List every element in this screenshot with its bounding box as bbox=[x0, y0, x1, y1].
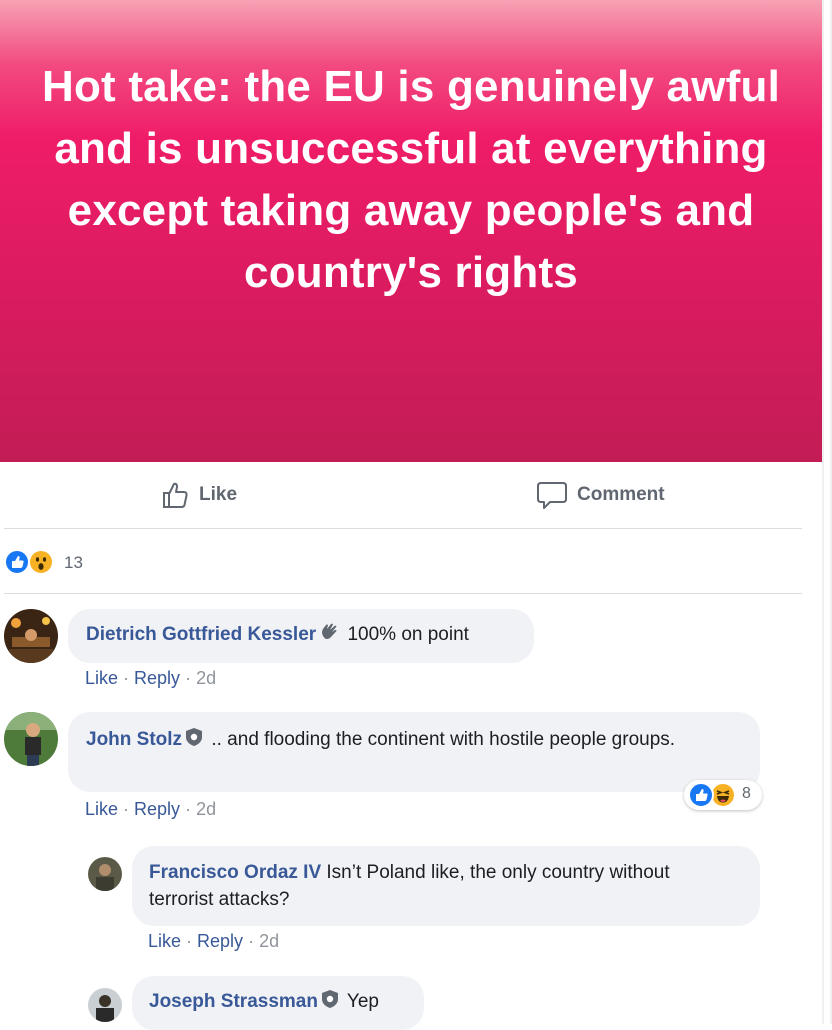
scrollbar-thumb[interactable] bbox=[824, 0, 830, 1024]
reply-bubble: Francisco Ordaz IV Isn’t Poland like, th… bbox=[132, 846, 760, 926]
like-button[interactable]: Like bbox=[160, 480, 237, 510]
comment-author[interactable]: Dietrich Gottfried Kessler bbox=[86, 624, 316, 645]
reaction-count: 8 bbox=[742, 785, 751, 802]
comment-label: Comment bbox=[577, 484, 665, 505]
comment-timestamp[interactable]: 2d bbox=[196, 668, 216, 688]
comment-button[interactable]: Comment bbox=[536, 480, 665, 510]
post-banner: Hot take: the EU is genuinely awful and … bbox=[0, 0, 822, 462]
reply-author[interactable]: Francisco Ordaz IV bbox=[149, 862, 321, 883]
comment-bubble: John Stolz .. and flooding the continent… bbox=[68, 712, 760, 792]
comment-reactions[interactable]: 8 bbox=[684, 780, 762, 810]
post-text: Hot take: the EU is genuinely awful and … bbox=[41, 62, 780, 297]
avatar[interactable] bbox=[4, 712, 58, 766]
speech-bubble-icon bbox=[537, 482, 567, 509]
reply-like-link[interactable]: Like bbox=[148, 931, 181, 951]
like-reaction-icon bbox=[688, 782, 714, 808]
like-label: Like bbox=[199, 484, 238, 505]
avatar[interactable] bbox=[88, 857, 122, 891]
like-reaction-icon bbox=[4, 549, 30, 575]
comment-like-link[interactable]: Like bbox=[85, 799, 118, 819]
reactions-summary[interactable]: 13 bbox=[4, 529, 802, 594]
reply-author[interactable]: Joseph Strassman bbox=[149, 991, 318, 1012]
shield-badge-icon bbox=[184, 727, 204, 755]
reply-timestamp[interactable]: 2d bbox=[259, 931, 279, 951]
comment-like-link[interactable]: Like bbox=[85, 668, 118, 688]
comment-bubble: Dietrich Gottfried Kessler 100% on point bbox=[68, 609, 534, 663]
comment-text: .. and flooding the continent with hosti… bbox=[211, 729, 676, 750]
comment-timestamp[interactable]: 2d bbox=[196, 799, 216, 819]
post-action-bar: Like Comment bbox=[4, 462, 802, 529]
comment-meta: Like · Reply · 2d bbox=[85, 668, 217, 688]
reply-meta: Like · Reply · 2d bbox=[148, 931, 280, 951]
comment-reply-link[interactable]: Reply bbox=[134, 799, 180, 819]
comment-author[interactable]: John Stolz bbox=[86, 729, 182, 750]
reply-reply-link[interactable]: Reply bbox=[197, 931, 243, 951]
comment-meta: Like · Reply · 2d bbox=[85, 799, 217, 819]
reaction-count[interactable]: 13 bbox=[64, 553, 83, 573]
shield-badge-icon bbox=[320, 989, 340, 1017]
avatar[interactable] bbox=[88, 988, 122, 1022]
comment-text: 100% on point bbox=[347, 624, 469, 645]
wave-hand-icon bbox=[318, 622, 340, 650]
avatar[interactable] bbox=[4, 609, 58, 663]
reply-bubble: Joseph Strassman Yep bbox=[132, 976, 424, 1030]
thumbs-up-icon bbox=[163, 482, 188, 508]
wow-reaction-icon bbox=[28, 549, 54, 575]
comment-reply-link[interactable]: Reply bbox=[134, 668, 180, 688]
reply-text: Yep bbox=[346, 991, 379, 1012]
